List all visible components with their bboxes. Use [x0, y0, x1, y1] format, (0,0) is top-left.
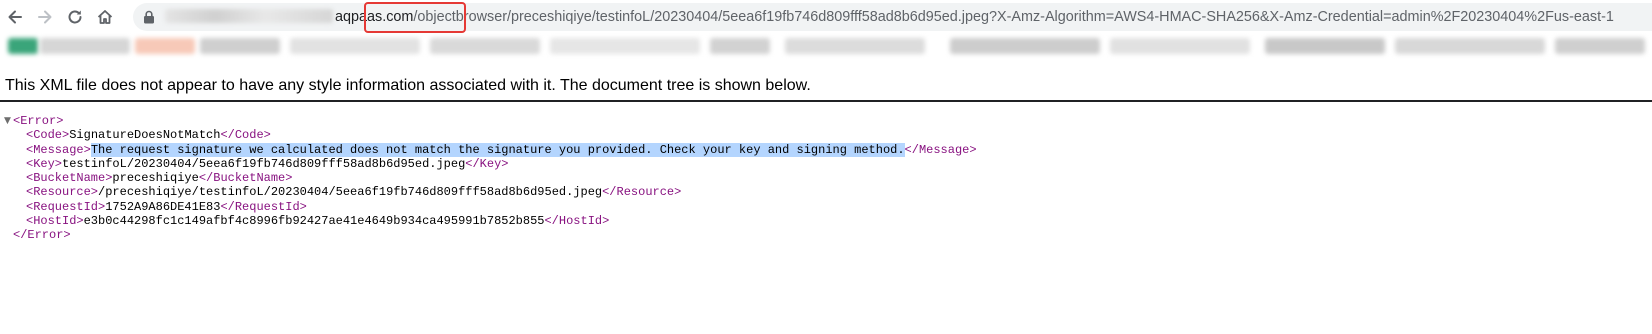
- xml-open-tag: <RequestId>: [26, 199, 106, 214]
- xml-value: /preceshiqiye/testinfoL/20230404/5eea6f1…: [98, 185, 603, 200]
- bookmark-blur: [430, 38, 540, 54]
- xml-close-tag: </BucketName>: [198, 171, 293, 186]
- bookmark-blur: [8, 38, 38, 54]
- xml-close-tag: </Resource>: [602, 185, 682, 200]
- bookmark-blur: [710, 38, 770, 54]
- xml-field-bucketname: <BucketName>preceshiqiye</BucketName>: [0, 171, 1652, 185]
- xml-field-key: <Key>testinfoL/20230404/5eea6f19fb746d80…: [0, 157, 1652, 171]
- xml-root-open-tag: <Error>: [13, 114, 64, 128]
- xml-field-requestid: <RequestId>1752A9A86DE41E83</RequestId>: [0, 200, 1652, 214]
- xml-close-tag: </Key>: [465, 156, 509, 171]
- bookmark-blur: [785, 38, 925, 54]
- address-bar[interactable]: aqpaas.com/objectbrowser/preceshiqiye/te…: [133, 3, 1652, 31]
- xml-value: preceshiqiye: [112, 171, 199, 186]
- bookmark-blur: [1110, 38, 1250, 54]
- xml-close-tag: </RequestId>: [220, 199, 307, 214]
- bookmarks-bar: [0, 34, 1652, 58]
- xml-open-tag: <Code>: [26, 128, 70, 143]
- bookmark-blur: [40, 38, 130, 54]
- xml-root-open-line: ▼ <Error>: [0, 114, 1652, 128]
- back-button[interactable]: [3, 5, 27, 29]
- xml-close-tag: </HostId>: [544, 214, 610, 229]
- xml-value-selected: The request signature we calculated does…: [90, 142, 905, 157]
- xml-info-text: This XML file does not appear to have an…: [5, 77, 811, 94]
- xml-value: e3b0c44298fc1c149afbf4c8996fb92427ae41e4…: [83, 214, 545, 229]
- redacted-host-blur: [165, 9, 333, 23]
- bookmark-blur: [1395, 38, 1545, 54]
- home-icon: [97, 10, 113, 24]
- xml-close-tag: </Code>: [220, 128, 271, 143]
- xml-tree: ▼ <Error> <Code>SignatureDoesNotMatch</C…: [0, 114, 1652, 243]
- annotation-highlight-box: [364, 2, 466, 33]
- xml-open-tag: <BucketName>: [26, 171, 113, 186]
- bookmark-blur: [290, 38, 420, 54]
- xml-root-close-tag: </Error>: [13, 228, 71, 243]
- forward-button[interactable]: [33, 5, 57, 29]
- bookmark-blur: [200, 38, 280, 54]
- browser-toolbar: aqpaas.com/objectbrowser/preceshiqiye/te…: [0, 0, 1652, 34]
- home-button[interactable]: [93, 5, 117, 29]
- bookmark-blur: [1555, 38, 1645, 54]
- xml-close-tag: </Message>: [904, 142, 977, 157]
- xml-field-message: <Message>The request signature we calcul…: [0, 142, 1652, 157]
- reload-icon: [68, 10, 82, 24]
- bookmark-blur: [135, 38, 195, 54]
- xml-value: testinfoL/20230404/5eea6f19fb746d809fff5…: [62, 156, 466, 171]
- xml-info-banner: This XML file does not appear to have an…: [0, 74, 1652, 102]
- xml-open-tag: <HostId>: [26, 214, 84, 229]
- xml-value: 1752A9A86DE41E83: [105, 199, 221, 214]
- xml-open-tag: <Message>: [26, 142, 91, 157]
- lock-icon: [144, 10, 154, 24]
- xml-open-tag: <Resource>: [26, 185, 99, 200]
- xml-field-code: <Code>SignatureDoesNotMatch</Code>: [0, 128, 1652, 142]
- xml-field-resource: <Resource>/preceshiqiye/testinfoL/202304…: [0, 185, 1652, 199]
- xml-open-tag: <Key>: [26, 156, 63, 171]
- collapse-triangle-icon[interactable]: ▼: [4, 114, 12, 128]
- url-path: /preceshiqiye/testinfoL/20230404/5eea6f1…: [507, 9, 1614, 25]
- bookmark-blur: [950, 38, 1100, 54]
- xml-field-hostid: <HostId>e3b0c44298fc1c149afbf4c8996fb924…: [0, 214, 1652, 228]
- reload-button[interactable]: [63, 5, 87, 29]
- forward-arrow-icon: [38, 10, 52, 24]
- back-arrow-icon: [8, 10, 22, 24]
- bookmark-blur: [1265, 38, 1385, 54]
- bookmark-blur: [550, 38, 700, 54]
- xml-root-close-line: </Error>: [0, 228, 1652, 242]
- xml-value: SignatureDoesNotMatch: [69, 128, 221, 143]
